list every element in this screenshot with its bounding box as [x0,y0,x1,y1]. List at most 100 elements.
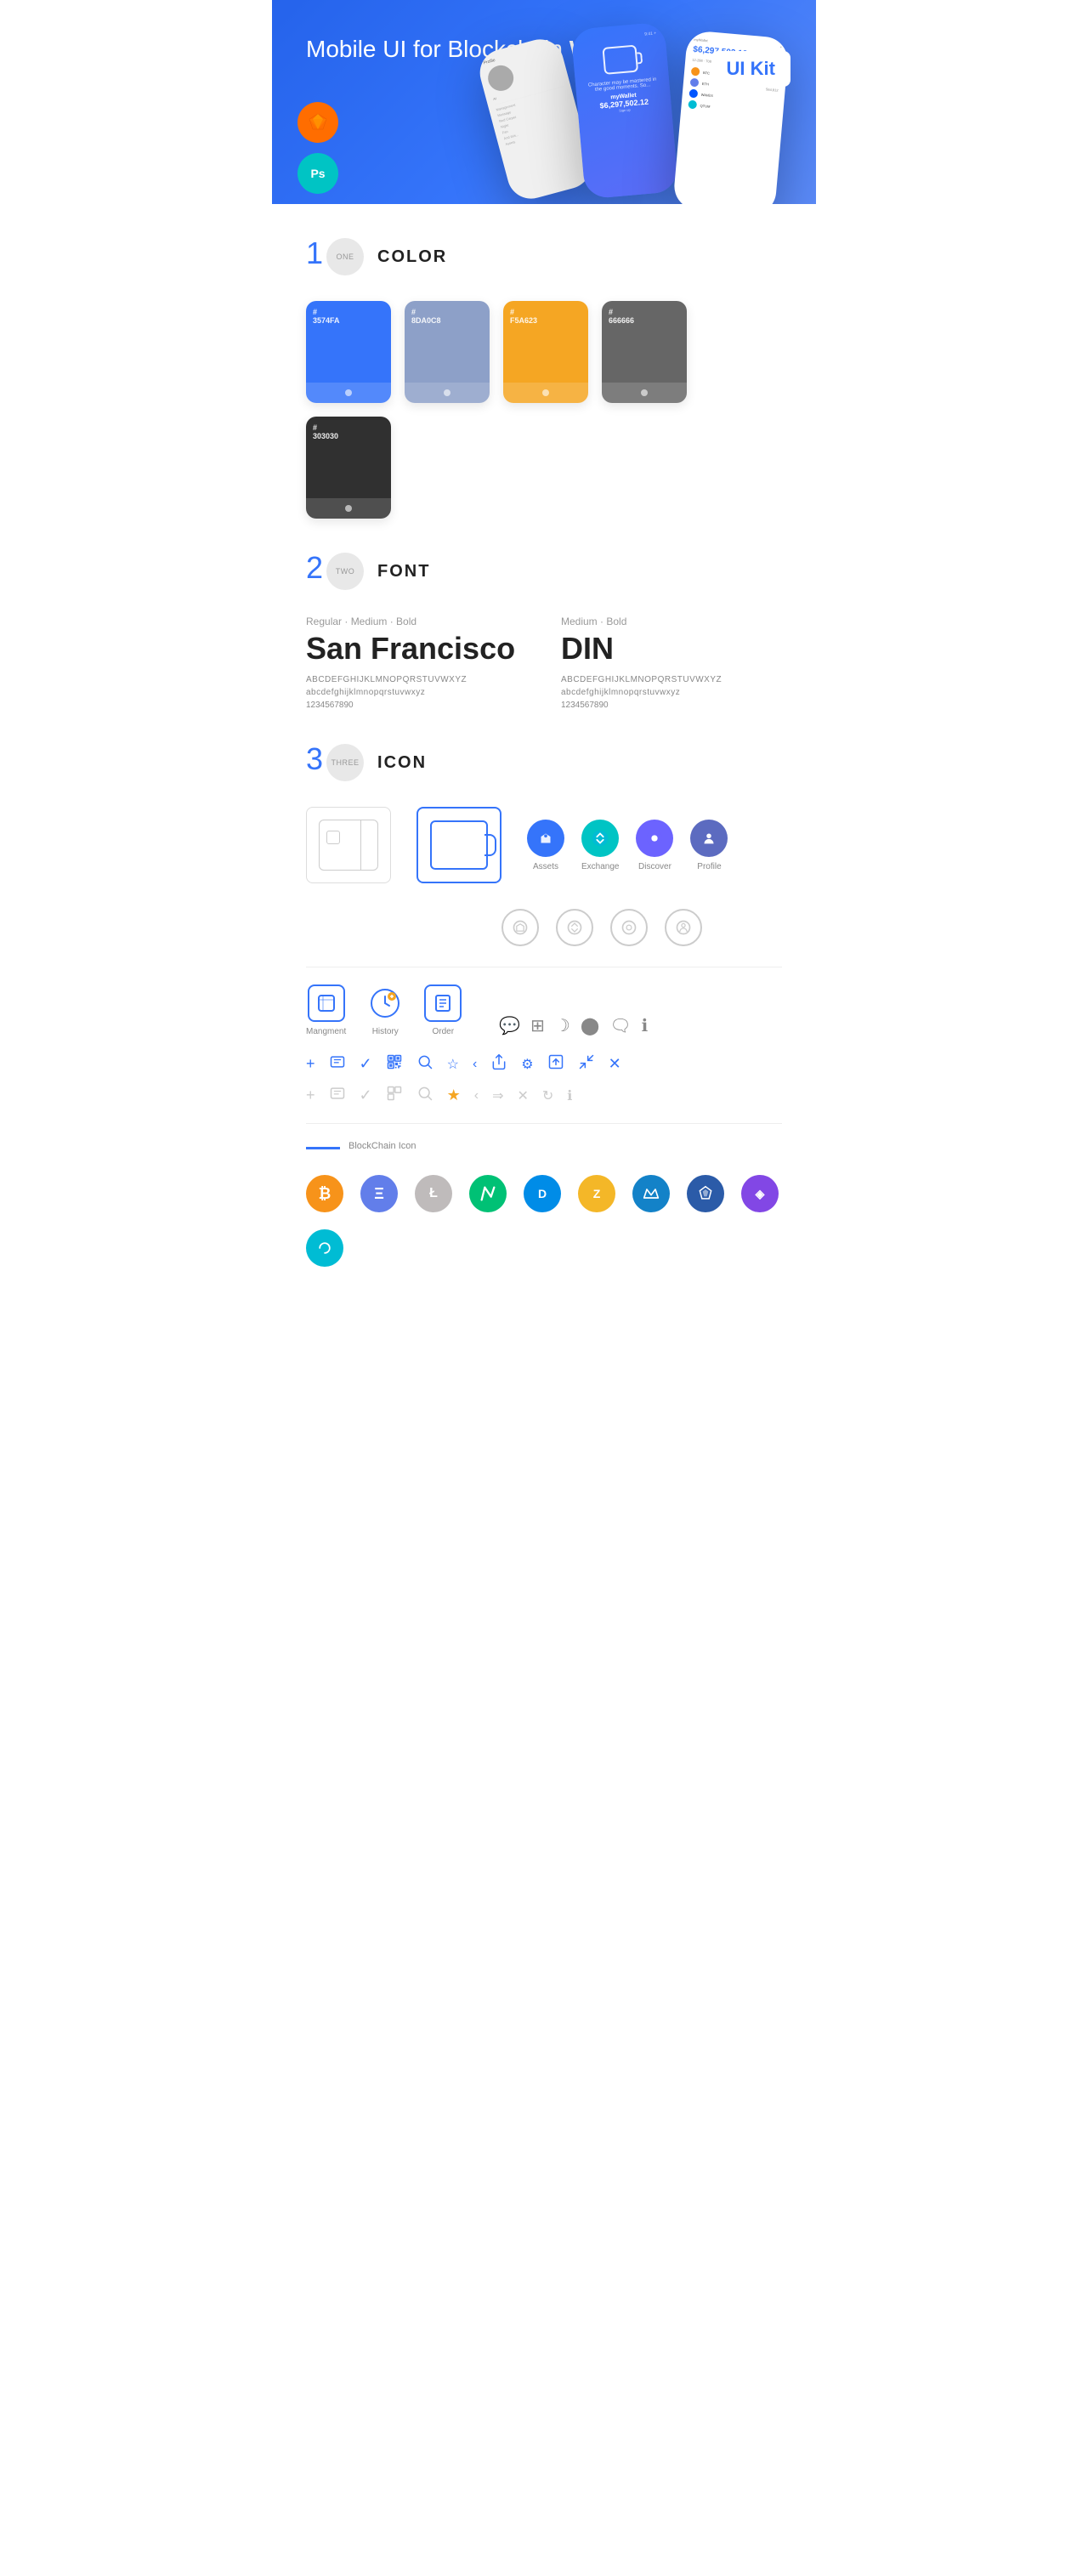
phone-mockups: Profile AI Management Message Red Carpet… [476,17,816,204]
swatch-orange: # F5A623 [503,301,588,403]
font2-numbers: 1234567890 [561,701,782,710]
nav-icon-row: Assets Exchange Discover [527,820,728,871]
search-gray-icon [416,1085,434,1106]
color-swatches: # 3574FA # 8DA0C8 # F5A623 # 666666 [306,301,782,519]
font2-name: DIN [561,631,782,667]
hero-section: Mobile UI for Blockchain Wallet UI Kit P… [272,0,816,204]
edit-icon [329,1053,346,1075]
icon-section-label: THREE [326,744,364,781]
order-icon-box [424,984,462,1022]
history-icon-clock [366,984,404,1022]
exchange-icon [581,820,619,857]
circle-icon: ⬤ [581,1015,599,1036]
litecoin-icon: Ł [415,1175,452,1212]
outline-icon-row [306,909,782,946]
main-content: 1 ONE COLOR # 3574FA # 8DA0C8 # F5A623 [272,204,816,1301]
toolbar-icons-gray: + ✓ ★ ‹ ⇒ ✕ ↻ ℹ [306,1085,782,1106]
font1-uppercase: ABCDEFGHIJKLMNOPQRSTUVWXYZ [306,675,527,684]
matic-icon: ◈ [741,1175,779,1212]
swatch-gray: # 666666 [602,301,687,403]
message-icon: 🗨 [609,1015,631,1036]
profile-icon [690,820,728,857]
chevron-left-icon: ‹ [473,1057,477,1072]
assets-outline-icon [502,909,539,946]
order-icon: Order [424,984,462,1036]
sketch-badge [298,102,338,143]
blockchain-section: BlockChain Icon [306,1141,782,1161]
photoshop-badge: Ps [298,153,338,194]
font-section-header: 2 TWO FONT [306,553,782,590]
sky-icon [306,1229,343,1267]
plus-gray-icon: + [306,1087,315,1104]
close-icon: ✕ [609,1055,621,1073]
badges-column: Ps 60+ Screens [298,102,338,204]
assets-icon [527,820,564,857]
qr-icon [386,1053,403,1075]
color-section-header: 1 ONE COLOR [306,238,782,275]
phone-mockup-2: 9:41 + Character may be mastered in the … [570,22,678,200]
nav-icon-discover: Discover [636,820,673,871]
divider-2 [306,1123,782,1124]
settings-icon: ⚙ [521,1056,533,1073]
swatch-steel: # 8DA0C8 [405,301,490,403]
font1-numbers: 1234567890 [306,701,527,710]
font2-lowercase: abcdefghijklmnopqrstuvwxyz [561,688,782,697]
close-circle-icon: ✕ [517,1087,528,1104]
font1-name: San Francisco [306,631,527,667]
blockchain-label: BlockChain Icon [348,1141,416,1151]
font-san-francisco: Regular · Medium · Bold San Francisco AB… [306,616,527,710]
font2-uppercase: ABCDEFGHIJKLMNOPQRSTUVWXYZ [561,675,782,684]
extra-icons-row: 💬 ⊞ ☽ ⬤ 🗨 ℹ [499,1015,648,1036]
discover-outline-icon [610,909,648,946]
swatch-dark: # 303030 [306,417,391,519]
swatch-blue: # 3574FA [306,301,391,403]
expand-icon [578,1053,595,1075]
star-filled-icon: ★ [447,1087,461,1104]
bitcoin-icon: ₿ [306,1175,343,1212]
ui-kit-badge: UI Kit [711,51,790,87]
blockchain-divider [306,1147,340,1149]
redo-icon: ↻ [542,1087,553,1104]
discover-icon [636,820,673,857]
moon-icon: ☽ [555,1015,570,1036]
info-circle-icon: ℹ [567,1087,572,1104]
layers-icon: ⊞ [530,1015,545,1036]
icon-colored-container [416,807,502,883]
check-icon: ✓ [360,1055,372,1073]
color-section-title: COLOR [377,247,447,267]
font1-meta: Regular · Medium · Bold [306,616,527,627]
font-section-number: 2 [306,553,323,583]
upload-icon [547,1053,564,1075]
font2-meta: Medium · Bold [561,616,782,627]
management-icon: Mangment [306,984,346,1036]
management-icon-row: Mangment History [306,984,782,1036]
font-grid: Regular · Medium · Bold San Francisco AB… [306,616,782,710]
edit-gray-icon [329,1085,346,1106]
nav-icon-assets: Assets [527,820,564,871]
icon-section-number: 3 [306,744,323,775]
neo-icon [469,1175,507,1212]
crypto-icons-row: ₿ Ξ Ł D Z ◈ [306,1175,782,1267]
toolbar-icons-blue: + ✓ ☆ ‹ ⚙ ✕ [306,1053,782,1075]
share-icon [490,1053,507,1075]
icon-top-row: Assets Exchange Discover [306,807,782,883]
icon-section-title: ICON [377,753,427,773]
nav-icon-profile: Profile [690,820,728,871]
chevron-left-gray-icon: ‹ [474,1088,479,1104]
dash-icon: D [524,1175,561,1212]
font-section-title: FONT [377,562,430,582]
ethereum-icon: Ξ [360,1175,398,1212]
profile-outline-icon [665,909,702,946]
icon-section-header: 3 THREE ICON [306,744,782,781]
plus-icon: + [306,1055,315,1073]
waves-icon [632,1175,670,1212]
history-icon: History [366,984,404,1036]
exchange-outline-icon [556,909,593,946]
qr-gray-icon [386,1085,403,1106]
font-din: Medium · Bold DIN ABCDEFGHIJKLMNOPQRSTUV… [561,616,782,710]
forward-icon: ⇒ [492,1087,503,1104]
search-icon [416,1053,434,1075]
font1-lowercase: abcdefghijklmnopqrstuvwxyz [306,688,527,697]
chat-icon: 💬 [499,1015,520,1036]
zcash-icon: Z [578,1175,615,1212]
